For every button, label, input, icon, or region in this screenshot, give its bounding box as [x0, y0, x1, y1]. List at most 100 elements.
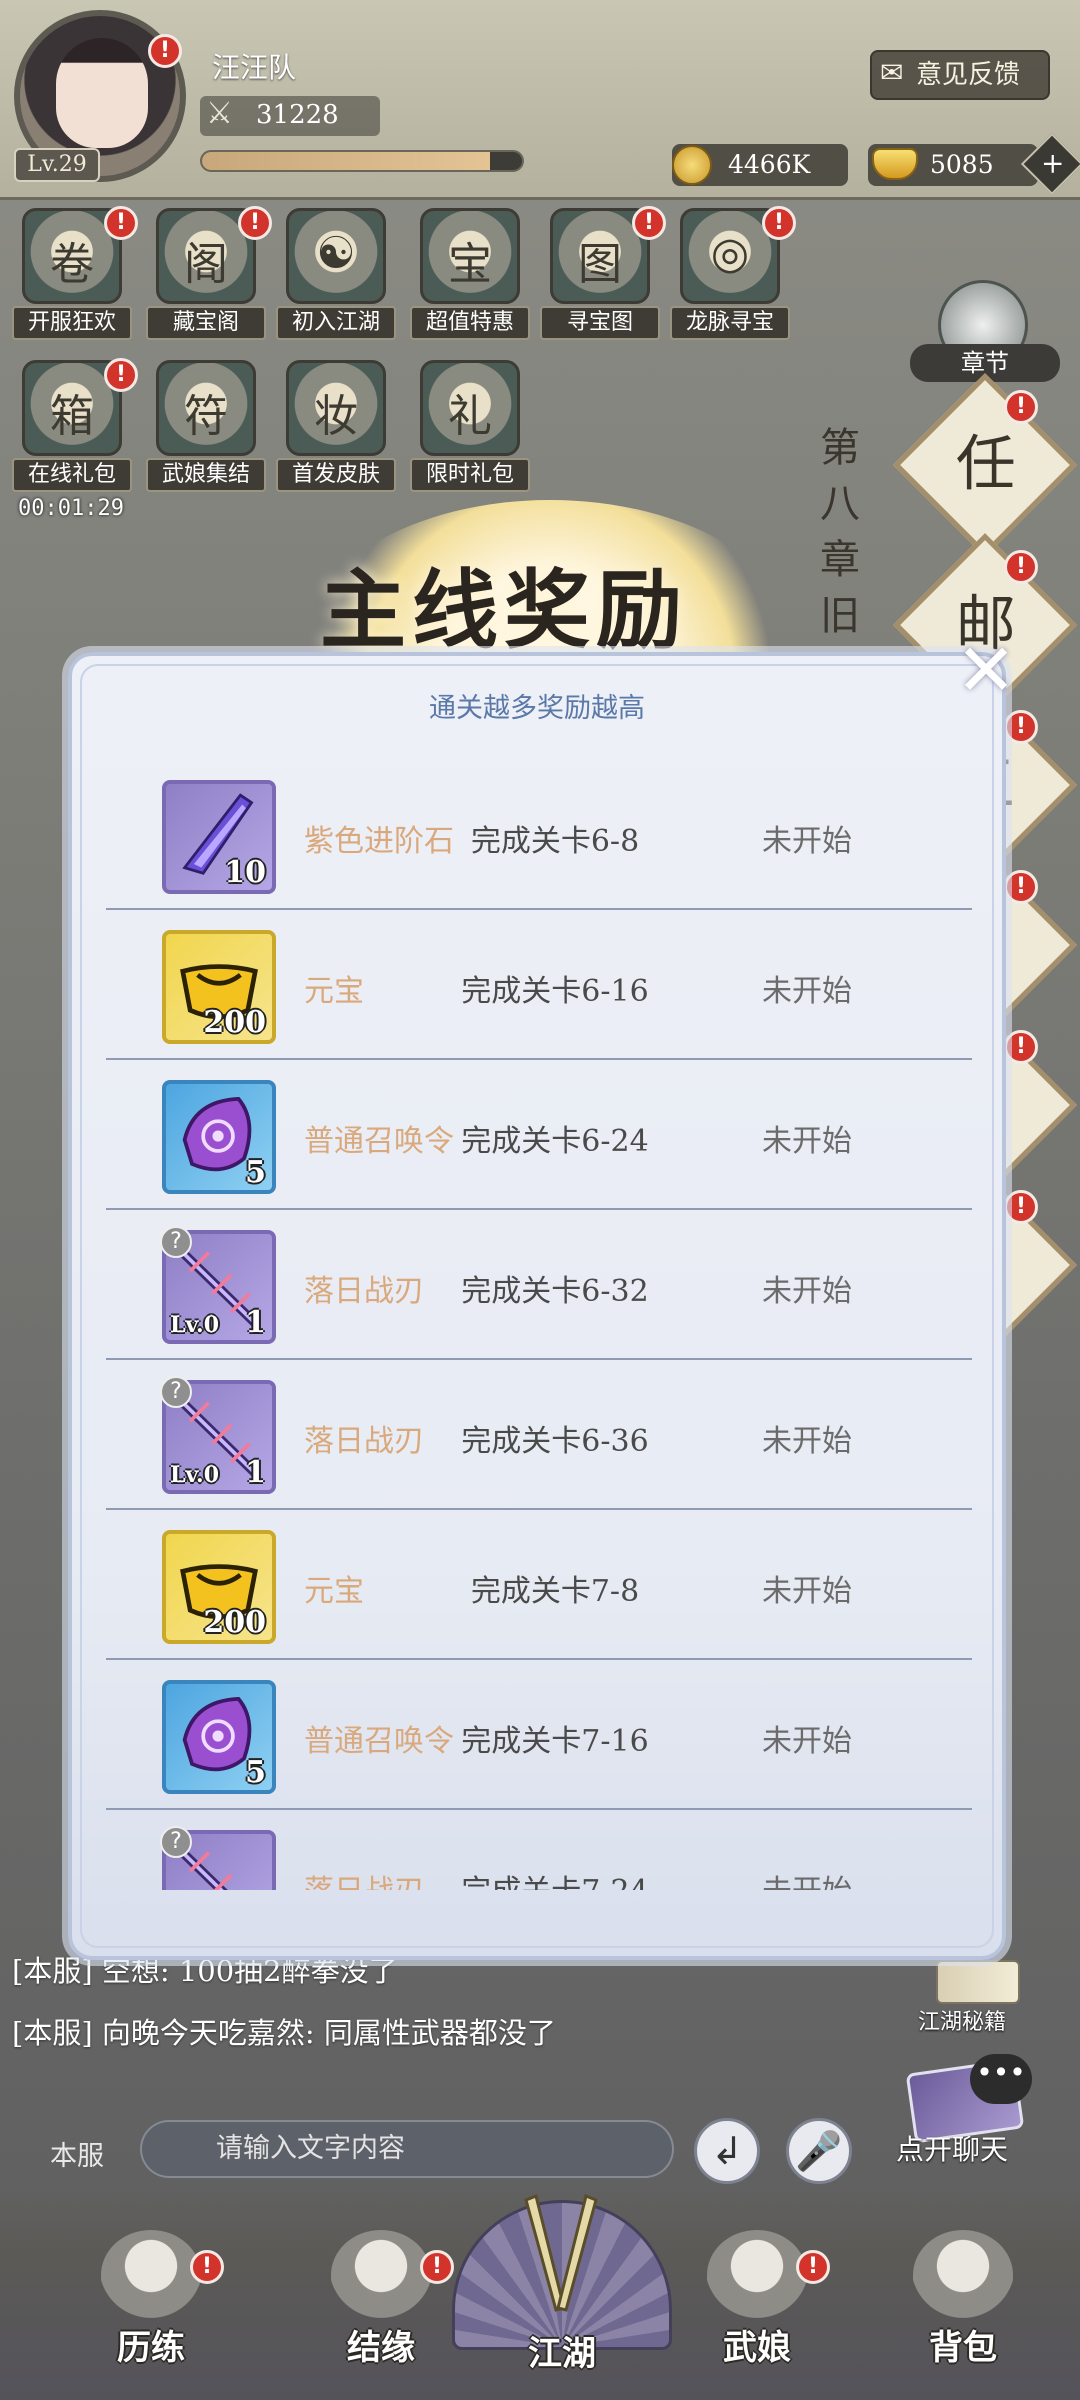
- reward-item-icon[interactable]: 5: [162, 1080, 276, 1194]
- activity-4[interactable]: 宝超值特惠: [410, 208, 530, 348]
- reward-row[interactable]: 200 元宝 完成关卡7-8 未开始: [100, 1510, 972, 1660]
- activity-glyph: 礼: [448, 391, 492, 442]
- nav-icon: [913, 2230, 1013, 2320]
- activity-label: 首发皮肤: [276, 458, 396, 492]
- reward-status: 未开始: [762, 1574, 852, 1609]
- jianghu-secret-icon[interactable]: [936, 1960, 1020, 2004]
- notification-badge: !: [420, 2250, 454, 2284]
- reward-item-icon[interactable]: 5: [162, 1680, 276, 1794]
- reward-item-icon[interactable]: 200: [162, 1530, 276, 1644]
- activity-label: 初入江湖: [276, 306, 396, 340]
- notification-badge: !: [238, 206, 272, 240]
- online-gift-timer: 00:01:29: [18, 496, 124, 521]
- notification-badge: !: [104, 206, 138, 240]
- notification-badge: !: [762, 206, 796, 240]
- nav-label: 背包: [929, 2328, 997, 2368]
- activity-label: 开服狂欢: [12, 306, 132, 340]
- chat-channel-tag[interactable]: 本服: [50, 2134, 104, 2173]
- side-menu-button[interactable]: 任: [893, 373, 1077, 557]
- reward-row[interactable]: ? Lv.0 1 落日战刃 完成关卡6-32 未开始: [100, 1210, 972, 1360]
- activity-5[interactable]: 图寻宝图!: [540, 206, 666, 348]
- activity-label: 限时礼包: [410, 458, 530, 492]
- item-quantity: 1: [245, 1455, 266, 1490]
- nav-label: 武娘: [723, 2328, 791, 2368]
- activity-2[interactable]: 阁藏宝阁!: [146, 206, 272, 348]
- reward-status: 未开始: [762, 1424, 852, 1459]
- reward-row[interactable]: 10 紫色进阶石 完成关卡6-8 未开始: [100, 760, 972, 910]
- jianghu-secret-label[interactable]: 江湖秘籍: [918, 2004, 1006, 2036]
- nav-icon: [707, 2230, 807, 2320]
- reward-condition: 完成关卡6-8: [470, 824, 640, 859]
- activity-glyph: 箱: [50, 391, 94, 442]
- reward-row[interactable]: ? 落日战刃完成关卡7-24 未开始: [100, 1810, 972, 1890]
- reward-status: 未开始: [762, 974, 852, 1009]
- nav-label: 历练: [117, 2328, 185, 2368]
- power-icon: ⚔: [206, 96, 233, 131]
- open-chat-button[interactable]: 点开聊天: [896, 2128, 1008, 2168]
- reward-condition: 完成关卡6-16: [461, 974, 649, 1009]
- notification-badge: !: [1004, 870, 1038, 904]
- reward-row[interactable]: 5 普通召唤令 完成关卡7-16 未开始: [100, 1660, 972, 1810]
- activity-7[interactable]: 箱在线礼包!: [12, 358, 138, 500]
- reward-list[interactable]: 10 紫色进阶石 完成关卡6-8 未开始 200 元宝 完成关卡6-16 未开始 5 普通召唤令完…: [100, 760, 972, 1890]
- chat-input[interactable]: 请输入文字内容: [140, 2120, 674, 2178]
- nav-5[interactable]: 背包: [878, 2220, 1048, 2370]
- notification-badge: !: [1004, 1190, 1038, 1224]
- activity-glyph: 阁: [184, 239, 228, 290]
- activity-6[interactable]: ◎ 龙脉寻宝!: [670, 206, 796, 348]
- activity-label: 超值特惠: [410, 306, 530, 340]
- activity-10[interactable]: 礼限时礼包: [410, 360, 530, 500]
- reward-row[interactable]: ? Lv.0 1 落日战刃 完成关卡6-36 未开始: [100, 1360, 972, 1510]
- item-quantity: 200: [203, 1605, 266, 1640]
- reward-status: 未开始: [762, 1124, 852, 1159]
- power-value: 31228: [256, 100, 339, 130]
- activity-label: 在线礼包: [12, 458, 132, 492]
- modal-subtitle: 通关越多奖励越高: [429, 693, 645, 724]
- reward-row[interactable]: 200 元宝 完成关卡6-16 未开始: [100, 910, 972, 1060]
- reward-item-icon[interactable]: ?: [160, 1826, 276, 1890]
- activity-1[interactable]: 卷开服狂欢!: [12, 206, 138, 348]
- item-quantity: 200: [203, 1005, 266, 1040]
- reward-item-icon[interactable]: ? Lv.0 1: [160, 1226, 276, 1344]
- send-button[interactable]: ↲: [694, 2118, 760, 2184]
- activity-label: 寻宝图: [540, 306, 660, 340]
- activity-glyph: 符: [184, 391, 228, 442]
- item-level: Lv.0: [170, 1462, 220, 1488]
- reward-item-icon[interactable]: 10: [162, 780, 276, 894]
- item-level: Lv.0: [170, 1312, 220, 1338]
- nav-icon: [101, 2230, 201, 2320]
- activity-9[interactable]: 妆首发皮肤: [276, 360, 396, 500]
- activity-3[interactable]: ☯ 初入江湖: [276, 208, 396, 348]
- reward-item-icon[interactable]: ? Lv.0 1: [160, 1376, 276, 1494]
- avatar-notification-badge: !: [148, 34, 182, 68]
- question-mark-icon: ?: [160, 1226, 192, 1258]
- activity-label: 龙脉寻宝: [670, 306, 790, 340]
- reward-item-name: 落日战刃: [304, 1424, 424, 1459]
- reward-item-name: 落日战刃: [304, 1866, 424, 1890]
- nav-jianghu[interactable]: 江湖: [480, 2326, 644, 2375]
- nav-2[interactable]: 结缘!: [296, 2220, 466, 2370]
- reward-row[interactable]: 5 普通召唤令 完成关卡6-24 未开始: [100, 1060, 972, 1210]
- activity-glyph: 妆: [314, 391, 358, 442]
- avatar-portrait: [56, 38, 148, 148]
- activity-glyph: ☯: [316, 228, 356, 279]
- exp-bar: [200, 150, 524, 172]
- activity-label: 武娘集结: [146, 458, 266, 492]
- reward-condition: 完成关卡7-8: [470, 1574, 640, 1609]
- side-menu-label: 任: [955, 429, 1016, 500]
- activity-glyph: 卷: [50, 239, 94, 290]
- activity-8[interactable]: 符武娘集结: [146, 360, 266, 500]
- reward-condition: 完成关卡6-32: [461, 1274, 649, 1309]
- main-quest-reward-title: 主线奖励: [320, 560, 688, 661]
- exp-bar-fill: [202, 152, 490, 170]
- notification-badge: !: [1004, 550, 1038, 584]
- microphone-button[interactable]: 🎤: [786, 2118, 852, 2184]
- reward-item-icon[interactable]: 200: [162, 930, 276, 1044]
- player-level: Lv.29: [14, 148, 100, 182]
- notification-badge: !: [1004, 390, 1038, 424]
- nav-4[interactable]: 武娘!: [672, 2220, 842, 2370]
- nav-1[interactable]: 历练!: [66, 2220, 236, 2370]
- item-quantity: 1: [245, 1305, 266, 1340]
- notification-badge: !: [632, 206, 666, 240]
- activity-glyph: 宝: [448, 239, 492, 290]
